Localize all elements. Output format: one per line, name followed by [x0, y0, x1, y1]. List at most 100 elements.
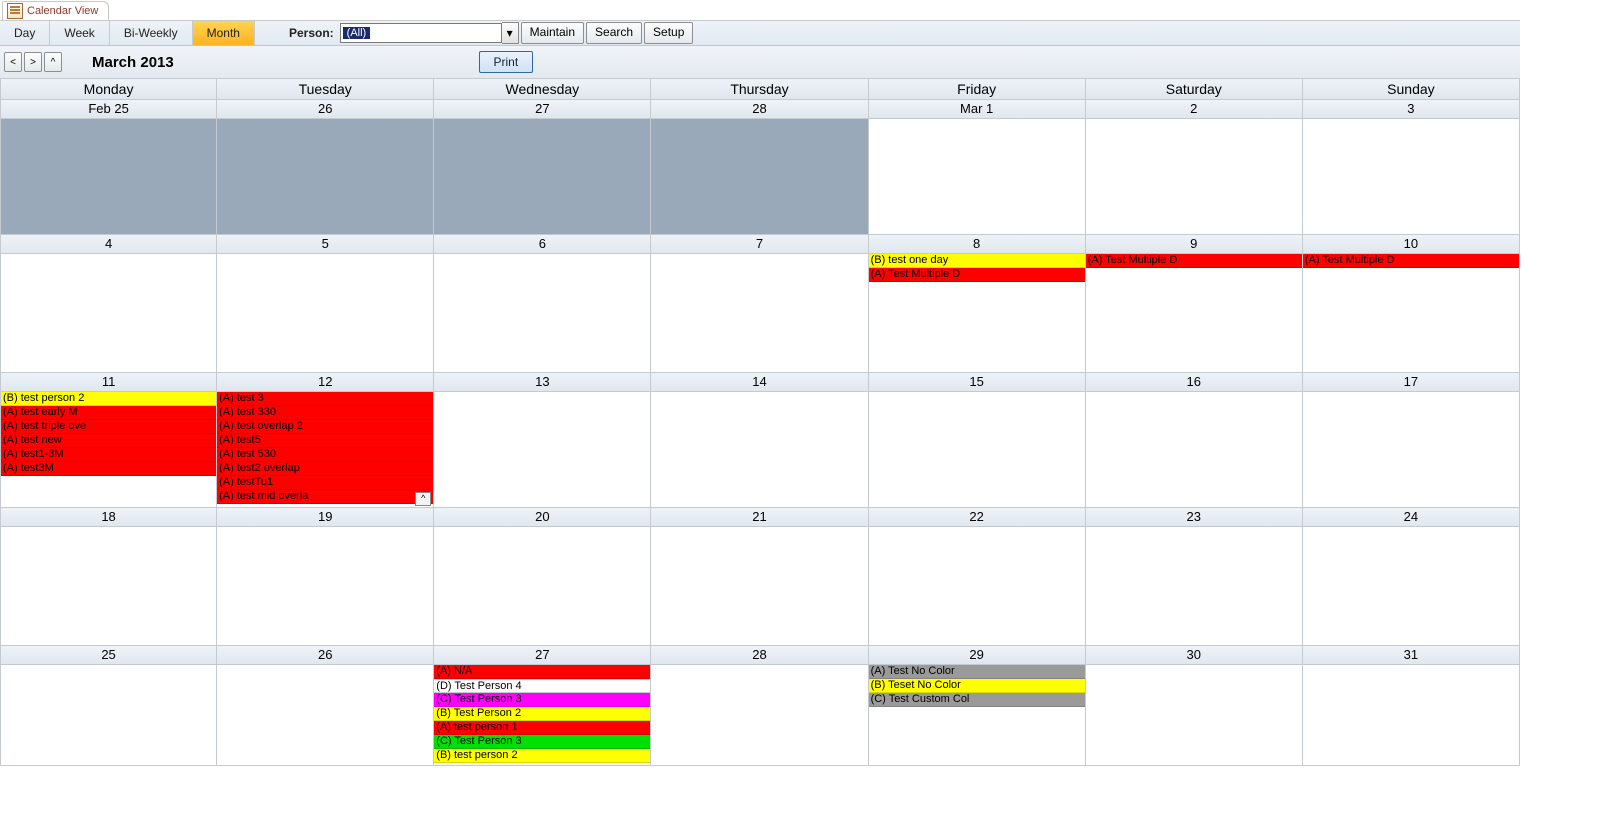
- date-header[interactable]: 9: [1086, 235, 1303, 254]
- date-header[interactable]: 23: [1086, 508, 1303, 527]
- event-item[interactable]: (B) test person 2: [434, 749, 650, 763]
- date-header[interactable]: 6: [434, 235, 651, 254]
- view-week[interactable]: Week: [50, 21, 109, 45]
- calendar-cell[interactable]: [869, 119, 1086, 235]
- event-item[interactable]: (D) Test Person 4: [434, 679, 650, 693]
- event-item[interactable]: (C) Test Person 3: [434, 693, 650, 707]
- calendar-cell[interactable]: [217, 254, 434, 373]
- calendar-cell[interactable]: [651, 254, 868, 373]
- date-header[interactable]: 25: [0, 646, 217, 665]
- calendar-cell[interactable]: [0, 527, 217, 646]
- calendar-cell[interactable]: (B) test one day(A) Test Multiple D: [869, 254, 1086, 373]
- prev-button[interactable]: <: [4, 52, 22, 72]
- calendar-cell[interactable]: [651, 392, 868, 508]
- date-header[interactable]: 11: [0, 373, 217, 392]
- event-item[interactable]: (B) test person 2: [1, 392, 216, 406]
- calendar-cell[interactable]: [434, 527, 651, 646]
- calendar-cell[interactable]: (A) N/A(D) Test Person 4(C) Test Person …: [434, 665, 651, 766]
- date-header[interactable]: 15: [869, 373, 1086, 392]
- calendar-cell[interactable]: (A) Test Multiple D: [1303, 254, 1520, 373]
- calendar-cell[interactable]: [1303, 665, 1520, 766]
- date-header[interactable]: 30: [1086, 646, 1303, 665]
- date-header[interactable]: 28: [651, 646, 868, 665]
- event-item[interactable]: (A) N/A: [434, 665, 650, 679]
- calendar-cell[interactable]: [217, 665, 434, 766]
- date-header[interactable]: 20: [434, 508, 651, 527]
- calendar-cell[interactable]: (A) Test No Color(B) Teset No Color(C) T…: [869, 665, 1086, 766]
- calendar-cell[interactable]: (A) test 3(A) test 330(A) test overlap 2…: [217, 392, 434, 508]
- date-header[interactable]: 22: [869, 508, 1086, 527]
- calendar-cell[interactable]: [1303, 527, 1520, 646]
- print-button[interactable]: Print: [479, 51, 534, 73]
- event-item[interactable]: (A) test person 1: [434, 721, 650, 735]
- calendar-cell[interactable]: [651, 527, 868, 646]
- date-header[interactable]: 7: [651, 235, 868, 254]
- event-item[interactable]: (A) test 3: [217, 392, 433, 406]
- calendar-cell[interactable]: [1086, 527, 1303, 646]
- date-header[interactable]: Feb 25: [0, 100, 217, 119]
- calendar-cell[interactable]: [434, 254, 651, 373]
- person-dropdown-button[interactable]: ▾: [502, 22, 519, 44]
- date-header[interactable]: 27: [434, 646, 651, 665]
- event-item[interactable]: (A) test1-3M: [1, 448, 216, 462]
- event-item[interactable]: (B) Test Person 2: [434, 707, 650, 721]
- date-header[interactable]: 31: [1303, 646, 1520, 665]
- calendar-cell[interactable]: [1086, 119, 1303, 235]
- date-header[interactable]: 27: [434, 100, 651, 119]
- calendar-cell[interactable]: [0, 119, 217, 235]
- maintain-button[interactable]: Maintain: [521, 22, 584, 44]
- date-header[interactable]: 8: [869, 235, 1086, 254]
- up-button[interactable]: ^: [44, 52, 62, 72]
- date-header[interactable]: 16: [1086, 373, 1303, 392]
- date-header[interactable]: 17: [1303, 373, 1520, 392]
- event-item[interactable]: (A) test new: [1, 434, 216, 448]
- event-item[interactable]: (A) test early M: [1, 406, 216, 420]
- calendar-cell[interactable]: (B) test person 2(A) test early M(A) tes…: [0, 392, 217, 508]
- calendar-cell[interactable]: [1086, 392, 1303, 508]
- calendar-cell[interactable]: [651, 665, 868, 766]
- date-header[interactable]: Mar 1: [869, 100, 1086, 119]
- calendar-cell[interactable]: [217, 119, 434, 235]
- event-item[interactable]: (A) test mid overla: [217, 490, 433, 504]
- date-header[interactable]: 3: [1303, 100, 1520, 119]
- event-item[interactable]: (A) test 530: [217, 448, 433, 462]
- event-item[interactable]: (A) Test Multiple D: [1303, 254, 1519, 268]
- event-item[interactable]: (A) test3M: [1, 462, 216, 476]
- view-month[interactable]: Month: [193, 21, 255, 45]
- view-biweekly[interactable]: Bi-Weekly: [110, 21, 193, 45]
- date-header[interactable]: 28: [651, 100, 868, 119]
- date-header[interactable]: 19: [217, 508, 434, 527]
- event-item[interactable]: (C) Test Person 3: [434, 735, 650, 749]
- date-header[interactable]: 10: [1303, 235, 1520, 254]
- event-item[interactable]: (A) Test No Color: [869, 665, 1085, 679]
- more-events-button[interactable]: ^: [415, 492, 431, 506]
- calendar-cell[interactable]: [434, 392, 651, 508]
- event-item[interactable]: (B) Teset No Color: [869, 679, 1085, 693]
- calendar-cell[interactable]: [434, 119, 651, 235]
- calendar-cell[interactable]: [869, 527, 1086, 646]
- date-header[interactable]: 26: [217, 646, 434, 665]
- event-item[interactable]: (A) test triple ove: [1, 420, 216, 434]
- next-button[interactable]: >: [24, 52, 42, 72]
- date-header[interactable]: 29: [869, 646, 1086, 665]
- date-header[interactable]: 13: [434, 373, 651, 392]
- date-header[interactable]: 21: [651, 508, 868, 527]
- calendar-cell[interactable]: [1303, 392, 1520, 508]
- event-item[interactable]: (A) testTu1: [217, 476, 433, 490]
- search-button[interactable]: Search: [586, 22, 642, 44]
- event-item[interactable]: (A) test 330: [217, 406, 433, 420]
- calendar-cell[interactable]: [1086, 665, 1303, 766]
- calendar-cell[interactable]: (A) Test Multiple D: [1086, 254, 1303, 373]
- event-item[interactable]: (A) test overlap 2: [217, 420, 433, 434]
- calendar-cell[interactable]: [0, 665, 217, 766]
- event-item[interactable]: (B) test one day: [869, 254, 1085, 268]
- view-day[interactable]: Day: [0, 21, 50, 45]
- setup-button[interactable]: Setup: [644, 22, 693, 44]
- calendar-cell[interactable]: [217, 527, 434, 646]
- calendar-cell[interactable]: [0, 254, 217, 373]
- event-item[interactable]: (A) Test Multiple D: [869, 268, 1085, 282]
- calendar-cell[interactable]: [869, 392, 1086, 508]
- calendar-cell[interactable]: [651, 119, 868, 235]
- date-header[interactable]: 14: [651, 373, 868, 392]
- event-item[interactable]: (A) test5: [217, 434, 433, 448]
